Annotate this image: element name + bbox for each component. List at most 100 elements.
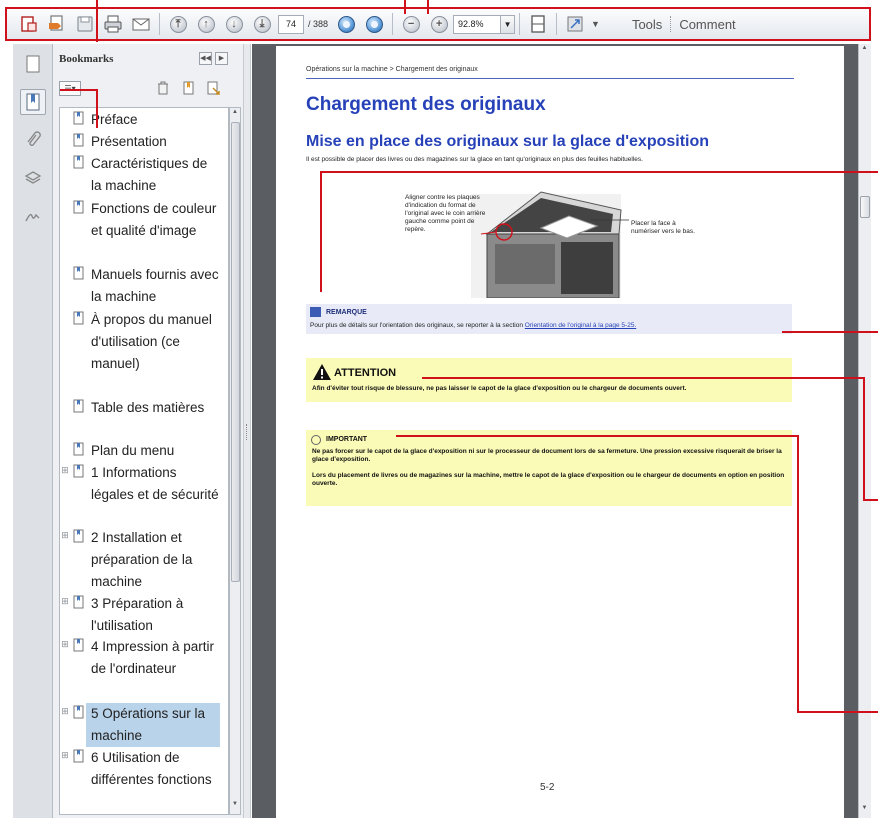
expand-icon[interactable]: ⊞: [60, 593, 70, 637]
bookmark-item[interactable]: Table des matières: [60, 397, 220, 419]
scroll-up-icon[interactable]: ▲: [230, 109, 240, 121]
warning-title: ATTENTION: [334, 367, 397, 379]
bookmarks-panel: Bookmarks ◀◀ ▶ ☰▾ Préface Présentation Car…: [53, 44, 243, 818]
expand-icon[interactable]: ⊞: [60, 703, 70, 747]
bookmark-item[interactable]: ⊞ 4 Impression à partir de l'ordinateur: [60, 636, 220, 680]
create-icon[interactable]: [17, 12, 41, 36]
navigation-rail: [13, 44, 53, 818]
comment-button[interactable]: Comment: [679, 17, 735, 32]
chevron-down-icon[interactable]: ▼: [591, 19, 600, 29]
zoom-input[interactable]: 92.8%: [453, 14, 502, 34]
bookmark-page-icon: [72, 705, 86, 719]
save-icon[interactable]: [73, 12, 97, 36]
expand-icon[interactable]: ⊞: [60, 462, 70, 506]
bookmark-label: 2 Installation et préparation de la mach…: [91, 530, 193, 589]
page-number-input[interactable]: 74: [278, 14, 304, 34]
bookmark-item[interactable]: À propos du manuel d'utilisation (ce man…: [60, 309, 220, 375]
expand-icon[interactable]: ⊞: [60, 747, 70, 791]
important-icon: [311, 435, 321, 445]
next-page-icon[interactable]: ↓: [222, 12, 246, 36]
expand-icon[interactable]: ⊞: [60, 636, 70, 680]
options-menu-button[interactable]: ☰▾: [59, 80, 81, 96]
bookmark-list: Préface Présentation Caractéristiques de l…: [59, 107, 229, 815]
bookmarks-scrollbar[interactable]: ▲ ▼: [229, 107, 241, 815]
last-page-icon[interactable]: ⤓: [250, 12, 274, 36]
scroll-down-icon[interactable]: ▼: [230, 801, 240, 813]
attachments-icon[interactable]: [20, 127, 46, 153]
bookmark-label: Caractéristiques de la machine: [91, 156, 208, 193]
bookmark-page-icon: [72, 133, 86, 147]
important-text-1: Ne pas forcer sur le capot de la glace d…: [312, 448, 782, 463]
bookmark-label: 5 Opérations sur la machine: [86, 703, 220, 747]
warning-icon: [313, 364, 331, 380]
print-icon[interactable]: [101, 12, 125, 36]
expand-icon[interactable]: ⊞: [60, 527, 70, 593]
orientation-link[interactable]: Orientation de l'original à la page 5-25…: [525, 322, 636, 329]
scrollbar-thumb[interactable]: [860, 196, 870, 218]
bookmark-page-icon: [72, 464, 86, 478]
panel-splitter[interactable]: [243, 44, 251, 818]
bookmark-item[interactable]: Préface: [60, 109, 220, 131]
intro-text: Il est possible de placer des livres ou …: [306, 156, 643, 163]
bookmark-from-structure-icon[interactable]: [205, 80, 221, 96]
scroll-down-icon[interactable]: ▼: [859, 805, 870, 817]
bookmarks-header: Bookmarks ◀◀ ▶: [53, 44, 243, 74]
toolbar-separator: [556, 13, 558, 35]
expand-panel-icon[interactable]: ▶: [215, 52, 228, 65]
bookmark-item[interactable]: Fonctions de couleur et qualité d'image: [60, 198, 220, 242]
warning-text: Afin d'éviter tout risque de blessure, n…: [312, 385, 687, 392]
scrollbar-thumb[interactable]: [231, 122, 240, 582]
bookmark-item[interactable]: ⊞ 6 Utilisation de différentes fonctions: [60, 747, 220, 791]
bookmark-page-icon: [72, 595, 86, 609]
bookmark-item[interactable]: ⊞ 5 Opérations sur la machine: [60, 703, 220, 747]
page-total: / 388: [308, 19, 329, 29]
signatures-icon[interactable]: [20, 203, 46, 229]
tools-button[interactable]: Tools: [632, 17, 662, 32]
first-page-icon[interactable]: ⤒: [166, 12, 190, 36]
collapse-panel-icon[interactable]: ◀◀: [199, 52, 212, 65]
email-icon[interactable]: [129, 12, 153, 36]
panel-title: Bookmarks: [59, 53, 114, 65]
zoom-dropdown[interactable]: ▼: [501, 14, 516, 34]
bookmark-label: Plan du menu: [91, 443, 175, 458]
bookmark-page-icon: [72, 311, 86, 325]
bookmark-item[interactable]: Caractéristiques de la machine: [60, 153, 220, 197]
scroll-up-icon[interactable]: ▲: [859, 45, 870, 57]
new-bookmark-icon[interactable]: [181, 80, 197, 96]
section-heading: Mise en place des originaux sur la glace…: [306, 133, 710, 150]
note-icon: [310, 307, 321, 317]
delete-bookmark-icon[interactable]: [155, 80, 171, 96]
bookmark-label: Présentation: [91, 134, 167, 149]
note-box: REMARQUE Pour plus de détails sur l'orie…: [306, 304, 792, 334]
bookmark-page-icon: [72, 399, 86, 413]
bookmark-label: Fonctions de couleur et qualité d'image: [91, 201, 217, 238]
page-thumbnails-icon[interactable]: [20, 51, 46, 77]
bookmark-item[interactable]: ⊞ 3 Préparation à l'utilisation: [60, 593, 220, 637]
read-mode-icon[interactable]: [563, 12, 587, 36]
zoom-out-icon[interactable]: −: [399, 12, 423, 36]
next-view-icon[interactable]: [362, 12, 386, 36]
document-scrollbar[interactable]: ▲ ▼: [858, 44, 871, 818]
warning-box: ATTENTION Afin d'éviter tout risque de b…: [306, 358, 792, 402]
bookmark-item[interactable]: Présentation: [60, 131, 220, 153]
bookmark-page-icon: [72, 111, 86, 125]
bookmark-item[interactable]: ⊞ 2 Installation et préparation de la mac…: [60, 527, 220, 593]
previous-page-icon[interactable]: ↑: [194, 12, 218, 36]
bookmarks-icon[interactable]: [19, 89, 46, 115]
bookmark-page-icon: [72, 266, 86, 280]
previous-view-icon[interactable]: [334, 12, 358, 36]
bookmark-item[interactable]: Manuels fournis avec la machine: [60, 264, 220, 308]
zoom-in-icon[interactable]: +: [427, 12, 451, 36]
bookmark-label: À propos du manuel d'utilisation (ce man…: [91, 312, 212, 371]
bookmark-item[interactable]: Plan du menu: [60, 440, 220, 462]
layers-icon[interactable]: [20, 165, 46, 191]
open-icon[interactable]: [45, 12, 69, 36]
bookmark-label: 4 Impression à partir de l'ordinateur: [91, 639, 215, 676]
bookmark-item[interactable]: ⊞ 1 Informations légales et de sécurité: [60, 462, 220, 506]
important-title: IMPORTANT: [326, 436, 368, 443]
fit-page-icon[interactable]: [526, 12, 550, 36]
